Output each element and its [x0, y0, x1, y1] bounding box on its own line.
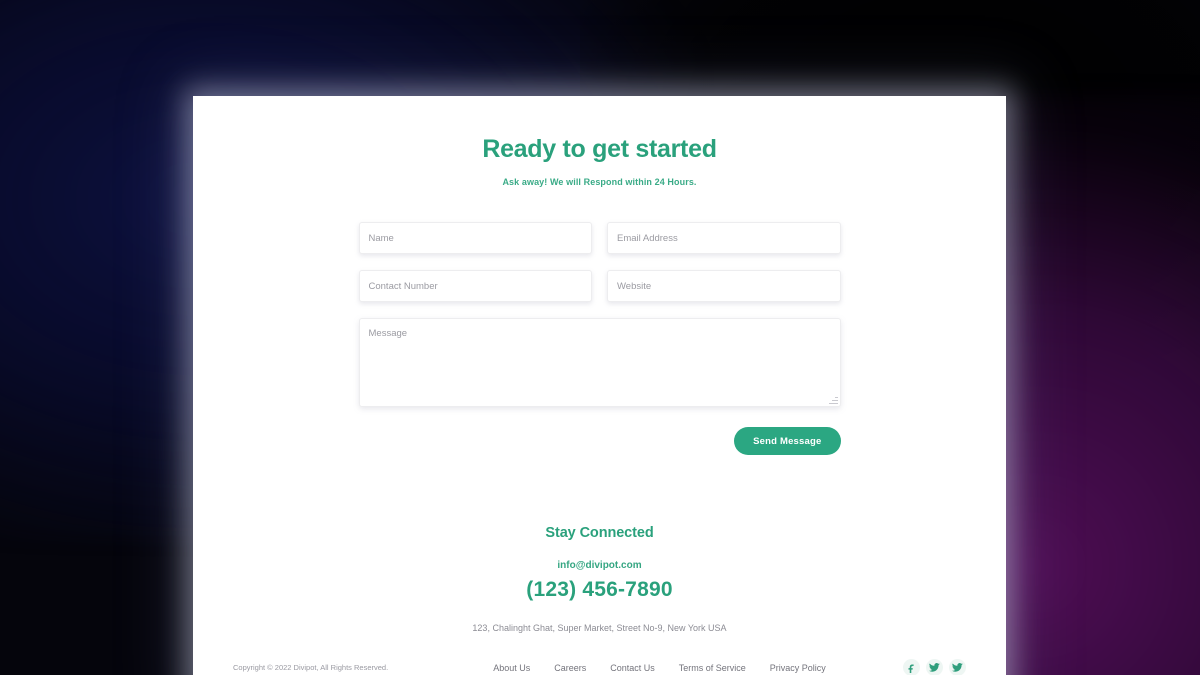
contact-field-wrapper	[358, 270, 592, 302]
facebook-icon[interactable]	[903, 659, 920, 675]
twitter-icon[interactable]	[949, 659, 966, 675]
submit-row: Send Message	[359, 427, 841, 455]
social-links	[826, 659, 966, 675]
message-textarea[interactable]	[358, 318, 841, 407]
send-message-button[interactable]: Send Message	[734, 427, 841, 455]
stay-connected-section: Stay Connected info@divipot.com (123) 45…	[193, 525, 1006, 633]
email-field-wrapper	[607, 222, 841, 254]
footer-nav: About Us Careers Contact Us Terms of Ser…	[493, 663, 826, 673]
footer-link-privacy-policy[interactable]: Privacy Policy	[770, 663, 826, 673]
contact-form: Send Message	[358, 222, 841, 455]
contact-phone[interactable]: (123) 456-7890	[193, 578, 1006, 602]
page-title: Ready to get started	[482, 135, 717, 163]
stay-connected-title: Stay Connected	[545, 525, 654, 541]
form-row-1	[358, 222, 841, 254]
page-subtitle: Ask away! We will Respond within 24 Hour…	[502, 177, 697, 187]
site-footer: Copyright © 2022 Divipot, All Rights Res…	[193, 659, 1006, 675]
form-row-2	[358, 270, 841, 302]
footer-link-careers[interactable]: Careers	[554, 663, 586, 673]
name-field-wrapper	[358, 222, 592, 254]
hero-section: Ready to get started Ask away! We will R…	[193, 96, 1006, 187]
name-input[interactable]	[358, 222, 592, 254]
contact-address: 123, Chalinght Ghat, Super Market, Stree…	[472, 623, 727, 633]
message-field-wrapper	[358, 318, 841, 407]
website-field-wrapper	[607, 270, 841, 302]
footer-link-terms-of-service[interactable]: Terms of Service	[679, 663, 746, 673]
contact-email[interactable]: info@divipot.com	[193, 560, 1006, 571]
email-input[interactable]	[607, 222, 841, 254]
footer-link-about-us[interactable]: About Us	[493, 663, 530, 673]
twitter-icon[interactable]	[926, 659, 943, 675]
contact-number-input[interactable]	[358, 270, 592, 302]
footer-link-contact-us[interactable]: Contact Us	[610, 663, 655, 673]
website-input[interactable]	[607, 270, 841, 302]
website-panel: Ready to get started Ask away! We will R…	[193, 96, 1006, 675]
footer-copyright: Copyright © 2022 Divipot, All Rights Res…	[233, 663, 389, 672]
